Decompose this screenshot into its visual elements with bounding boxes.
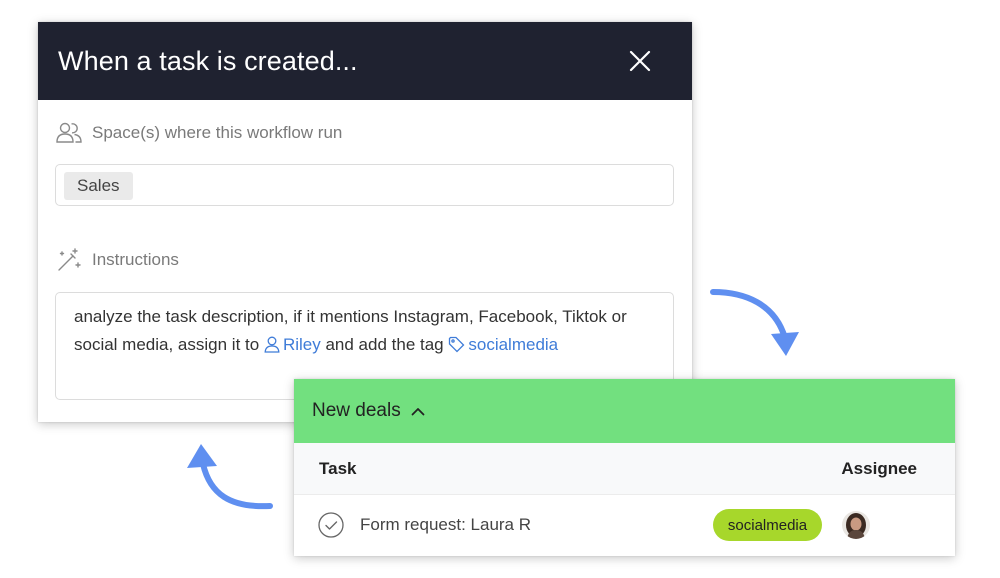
arrow-up-icon xyxy=(187,444,273,510)
instructions-label-text: Instructions xyxy=(92,250,179,269)
tag-badge[interactable]: socialmedia xyxy=(713,509,822,541)
magic-wand-icon xyxy=(56,247,82,273)
deals-card: New deals Task Assignee Form request: La… xyxy=(294,379,955,556)
table-row[interactable]: Form request: Laura R socialmedia xyxy=(294,495,955,555)
group-title: New deals xyxy=(312,400,401,421)
modal-title: When a task is created... xyxy=(58,45,358,76)
user-icon xyxy=(264,336,280,353)
assignee-mention[interactable]: Riley xyxy=(264,335,321,354)
avatar[interactable] xyxy=(842,511,870,539)
group-header[interactable]: New deals xyxy=(294,379,955,443)
space-chip[interactable]: Sales xyxy=(64,172,133,200)
check-circle-icon[interactable] xyxy=(318,512,344,538)
tag-mention[interactable]: socialmedia xyxy=(448,335,558,354)
workflow-modal: When a task is created... Space(s) where… xyxy=(38,22,692,422)
arrow-down-icon xyxy=(710,289,799,356)
assignee-mention-text: Riley xyxy=(282,335,321,354)
spaces-label: Space(s) where this workflow run xyxy=(56,120,342,146)
spaces-label-text: Space(s) where this workflow run xyxy=(92,123,343,142)
instructions-line-1: analyze the task description, if it ment… xyxy=(74,307,627,326)
table-header: Task Assignee xyxy=(294,443,955,495)
chevron-up-icon[interactable] xyxy=(411,407,425,416)
column-task: Task xyxy=(319,458,357,478)
task-name[interactable]: Form request: Laura R xyxy=(360,515,531,535)
tag-mention-text: socialmedia xyxy=(468,335,559,354)
tag-icon xyxy=(449,336,465,353)
modal-header: When a task is created... xyxy=(38,22,692,100)
space-select[interactable]: Sales xyxy=(55,164,674,206)
instructions-line-2: social media, assign it to Riley and add… xyxy=(74,331,655,359)
instructions-label: Instructions xyxy=(56,247,179,273)
column-assignee: Assignee xyxy=(841,458,917,478)
users-icon xyxy=(56,120,82,146)
instructions-prefix: social media, assign it to xyxy=(74,335,260,354)
close-icon[interactable] xyxy=(628,49,652,73)
instructions-middle: and add the tag xyxy=(325,335,444,354)
